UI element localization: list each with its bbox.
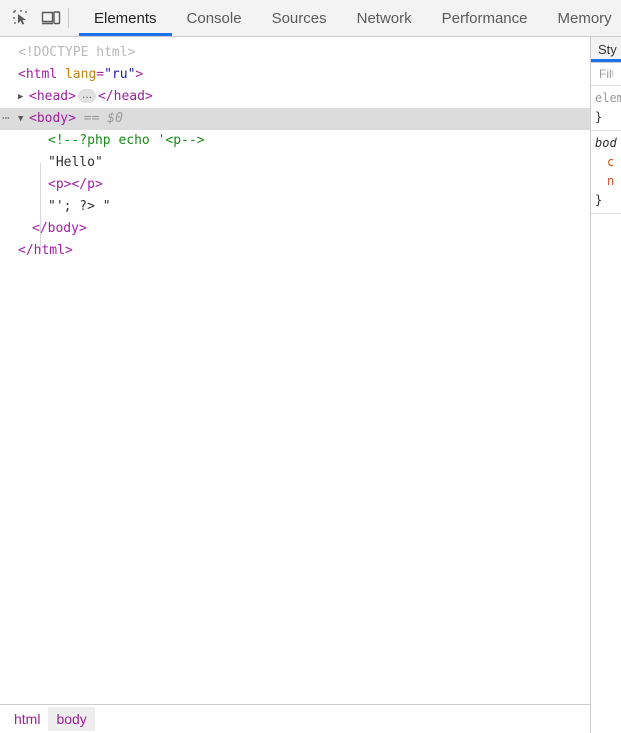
dom-row-html-open[interactable]: <html lang="ru"> [0, 64, 590, 86]
tab-sources[interactable]: Sources [257, 0, 342, 36]
text-node-php-close: "'; ?> " [48, 199, 111, 214]
panel-tabs: Elements Console Sources Network Perform… [79, 0, 621, 36]
css-rule-body[interactable]: bod c n } [591, 131, 621, 214]
body-selected-marker: == $0 [83, 111, 123, 126]
chevron-down-icon[interactable]: ▼ [18, 108, 29, 130]
sidebar-tab-bar: Sty [591, 37, 621, 63]
element-style-close-brace: } [595, 110, 603, 124]
tab-performance[interactable]: Performance [427, 0, 543, 36]
head-close-tag: </head> [97, 89, 153, 104]
html-attr-name: lang [64, 67, 97, 82]
tab-styles[interactable]: Sty [591, 37, 621, 62]
body-close-tag: </body> [32, 221, 87, 236]
device-toolbar-icon[interactable] [36, 3, 66, 33]
html-open-tag: <html [18, 67, 58, 82]
html-open-close-bracket: > [135, 67, 144, 82]
breadcrumb: html body [0, 704, 590, 733]
tab-network-label: Network [356, 9, 412, 27]
dom-row-text-hello[interactable]: "Hello" [0, 152, 590, 174]
devtools-window: Elements Console Sources Network Perform… [0, 0, 621, 733]
toolbar-divider [68, 8, 69, 28]
tab-elements-label: Elements [94, 9, 157, 27]
styles-filter-input[interactable] [597, 66, 615, 82]
tab-memory-label: Memory [557, 9, 612, 27]
tab-elements[interactable]: Elements [79, 0, 172, 36]
tab-performance-label: Performance [441, 9, 528, 27]
css-rule-element-style[interactable]: elem } [591, 86, 621, 131]
element-style-selector: elem [595, 91, 621, 105]
dom-row-doctype[interactable]: <!DOCTYPE html> [0, 42, 590, 64]
dom-row-head[interactable]: ▶ <head>… </head> [0, 86, 590, 108]
body-rule-property-1[interactable]: c [595, 153, 621, 172]
dom-row-html-close[interactable]: </html> [0, 240, 590, 262]
head-open-tag: <head> [29, 89, 76, 104]
dom-tree-panel[interactable]: <!DOCTYPE html> <html lang="ru"> ▶ <head>… [0, 37, 590, 704]
row-actions-dots-icon[interactable]: ⋯ [2, 108, 10, 130]
toolbar-icon-group [0, 0, 79, 36]
tab-network[interactable]: Network [342, 0, 427, 36]
dom-row-p-element[interactable]: <p></p> [0, 174, 590, 196]
device-toolbar-glyph [41, 11, 61, 25]
php-comment-node: <!--?php echo '<p--> [48, 133, 205, 148]
body-rule-selector: bod [595, 136, 617, 150]
breadcrumb-item-body-label: body [56, 711, 87, 727]
tab-console[interactable]: Console [172, 0, 257, 36]
devtools-toolbar: Elements Console Sources Network Perform… [0, 0, 621, 37]
html-close-tag: </html> [18, 243, 73, 258]
chevron-right-icon[interactable]: ▶ [18, 86, 29, 108]
body-open-tag: <body> [29, 111, 76, 126]
breadcrumb-item-html-label: html [14, 711, 41, 727]
tab-sources-label: Sources [271, 9, 327, 27]
html-attr-eq: = [96, 67, 105, 82]
inspect-element-icon[interactable] [6, 3, 36, 33]
inspect-element-glyph [13, 10, 27, 25]
dom-row-body[interactable]: ⋯ ▼ <body> == $0 [0, 108, 590, 130]
collapsed-content-badge[interactable]: … [77, 89, 96, 103]
styles-filter-row[interactable] [591, 63, 621, 86]
html-attr-value: "ru" [104, 67, 136, 82]
breadcrumb-item-body[interactable]: body [48, 707, 95, 731]
breadcrumb-item-html[interactable]: html [6, 707, 48, 731]
doctype-text: <!DOCTYPE html> [18, 45, 136, 60]
tab-console-label: Console [186, 9, 242, 27]
dom-row-body-close[interactable]: </body> [0, 218, 590, 240]
dom-row-php-comment[interactable]: <!--?php echo '<p--> [0, 130, 590, 152]
body-rule-close-brace: } [595, 193, 603, 207]
dom-row-text-close[interactable]: "'; ?> " [0, 196, 590, 218]
tab-styles-label: Sty [598, 42, 617, 57]
text-node-hello: "Hello" [48, 155, 103, 170]
tab-memory[interactable]: Memory [543, 0, 621, 36]
p-element-tags: <p></p> [48, 177, 103, 192]
styles-sidebar: Sty elem } bod c n } [591, 37, 621, 733]
body-rule-property-2[interactable]: n [595, 172, 621, 191]
